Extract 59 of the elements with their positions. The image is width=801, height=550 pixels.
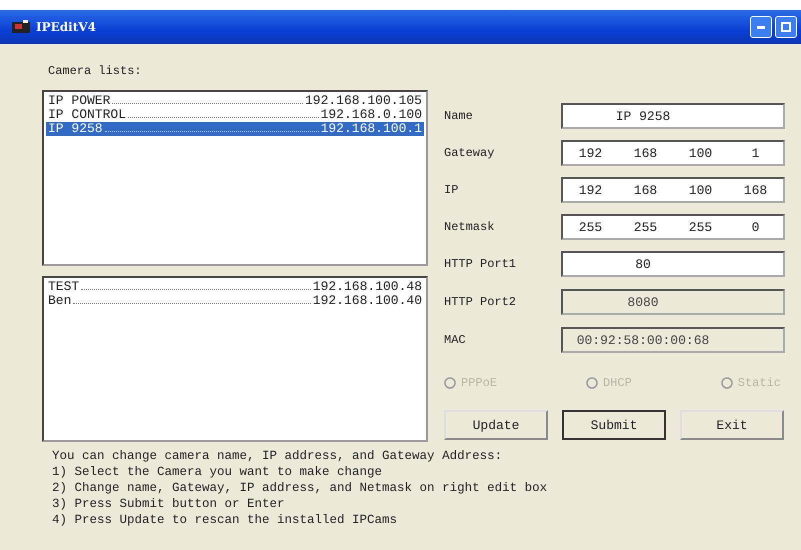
radio-circle-icon (720, 377, 733, 389)
instruction-text: You can change camera name, IP address, and Gateway Address: (52, 448, 504, 464)
field-label: HTTP Port2 (444, 295, 518, 309)
camera-list-item[interactable]: IP POWER 192.168.100.105 (46, 94, 424, 108)
camera-icon (12, 20, 30, 34)
instruction-text: 4) Press Update to rescan the installed IPCams (52, 512, 398, 528)
camera-list-item[interactable]: TEST 192.168.100.48 (46, 280, 424, 294)
camera-name: Ben (48, 294, 72, 308)
camera-list-item[interactable]: IP 9258 192.168.100.1 (46, 122, 424, 136)
camera-name: IP 9258 (48, 122, 103, 136)
instruction-text: 2) Change name, Gateway, IP address, and Netmask on right edit box (52, 480, 548, 496)
camera-list-item[interactable]: IP CONTROL 192.168.0.100 (46, 108, 424, 122)
address-octet: 168 (742, 182, 768, 198)
camera-name: IP POWER (48, 94, 110, 108)
dialog-button[interactable]: Exit (680, 410, 784, 440)
address-octet: 192 (578, 182, 604, 198)
address-octet: 192 (578, 146, 604, 160)
address-octet: 255 (632, 220, 658, 234)
camera-list[interactable]: TEST 192.168.100.48 Ben 192.168.100.40 (42, 276, 428, 442)
camera-lists-label: Camera lists: (48, 64, 143, 78)
address-octet: 168 (632, 182, 658, 198)
field-label: Name (444, 109, 474, 123)
camera-ip: 192.168.0.100 (320, 108, 422, 122)
instruction-text: 3) Press Submit button or Enter (52, 496, 286, 512)
camera-name: TEST (48, 280, 80, 294)
address-octet: 100 (688, 146, 714, 160)
address-octet: 1 (750, 146, 760, 160)
address-octet: 100 (688, 182, 714, 198)
input-field[interactable]: 80 (561, 251, 785, 277)
field-label: HTTP Port1 (444, 257, 518, 271)
camera-list[interactable]: IP POWER 192.168.100.105 IP CONTROL 192.168.0.100 IP 9258 192.168.100.1 (42, 90, 428, 266)
field-label: MAC (444, 333, 467, 347)
camera-ip: 192.168.100.40 (312, 294, 422, 308)
address-octet: 255 (688, 220, 714, 234)
address-field[interactable]: 255 255 255 0 (561, 214, 785, 240)
window-title: IPEditV4 (36, 20, 96, 34)
minimize-button[interactable] (750, 16, 772, 38)
address-field[interactable]: 192 168 100 168 (561, 177, 785, 203)
address-octet: 255 (578, 220, 604, 234)
camera-ip: 192.168.100.105 (304, 94, 422, 108)
camera-ip: 192.168.100.1 (320, 122, 422, 136)
maximize-icon (781, 22, 791, 32)
address-octet: 0 (750, 220, 760, 234)
address-field[interactable]: 192 168 100 1 (561, 140, 785, 166)
field-label: Gateway (444, 146, 496, 160)
minimize-icon (757, 26, 765, 28)
address-octet: 168 (632, 146, 658, 160)
camera-list-item[interactable]: Ben 192.168.100.40 (46, 294, 424, 308)
instruction-text: 1) Select the Camera you want to make change (52, 464, 384, 480)
radio-circle-icon (586, 377, 598, 389)
radio-circle-icon (444, 377, 456, 389)
dialog-button[interactable]: Update (444, 410, 548, 440)
maximize-button[interactable] (775, 16, 797, 38)
camera-name: IP CONTROL (48, 108, 126, 122)
field-label: Netmask (444, 220, 496, 234)
dialog-button[interactable]: Submit (562, 410, 666, 440)
input-field[interactable]: IP 9258 (561, 103, 785, 129)
field-label: IP (444, 183, 460, 197)
camera-ip: 192.168.100.48 (312, 280, 422, 294)
